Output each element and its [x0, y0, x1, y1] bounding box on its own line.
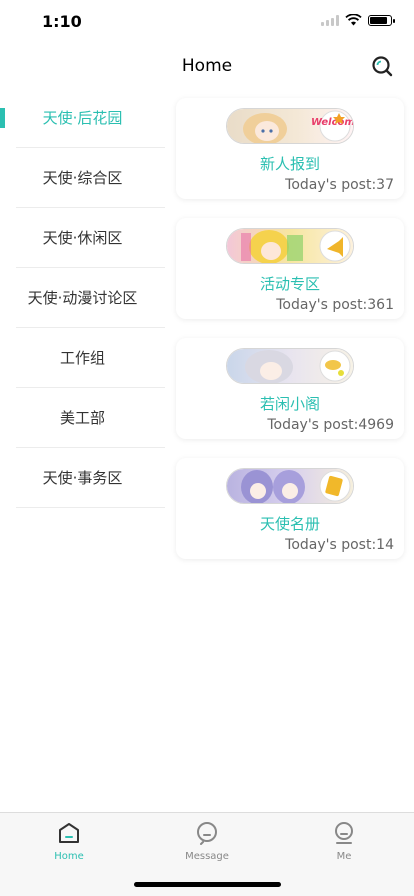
sidebar-item-label: 天使·动漫讨论区	[27, 289, 138, 307]
forum-category-sidebar: 天使·后花园 天使·综合区 天使·休闲区 天使·动漫讨论区 工作组 美工部 天使…	[0, 88, 165, 508]
forum-name: 活动专区	[259, 275, 320, 293]
forum-banner-image	[226, 468, 354, 504]
cellular-signal-icon	[321, 14, 339, 26]
sidebar-item-garden[interactable]: 天使·后花园	[0, 88, 165, 148]
forum-banner-image	[226, 348, 354, 384]
tab-label: Home	[54, 851, 84, 862]
sidebar-item-workgroup[interactable]: 工作组	[0, 328, 165, 388]
active-indicator	[0, 108, 5, 128]
battery-icon	[368, 14, 395, 26]
forum-card-newcomers[interactable]: Welcome 新人报到 Today's post:37	[176, 98, 404, 199]
forum-card-lounge[interactable]: 若闲小阁 Today's post:4969	[176, 338, 404, 439]
sidebar-item-label: 天使·综合区	[42, 169, 123, 187]
status-bar: 1:10	[0, 0, 414, 44]
sidebar-item-affairs[interactable]: 天使·事务区	[0, 448, 165, 508]
message-icon	[197, 822, 217, 845]
search-button[interactable]	[370, 54, 394, 78]
today-post-count: Today's post:4969	[267, 417, 394, 433]
sidebar-item-label: 天使·后花园	[42, 109, 123, 127]
forum-list: Welcome 新人报到 Today's post:37 活动专区 Today'	[176, 98, 404, 578]
user-icon	[335, 822, 353, 844]
sidebar-item-label: 天使·事务区	[42, 469, 123, 487]
nav-bar: Home	[0, 44, 414, 88]
tab-label: Me	[336, 851, 352, 862]
sidebar-item-anime[interactable]: 天使·动漫讨论区	[0, 268, 165, 328]
page-title: Home	[181, 56, 233, 76]
today-post-count: Today's post:361	[276, 297, 394, 313]
home-icon	[59, 823, 79, 843]
today-post-count: Today's post:37	[285, 177, 394, 193]
search-icon	[372, 56, 393, 77]
sidebar-item-label: 天使·休闲区	[42, 229, 123, 247]
today-post-count: Today's post:14	[285, 537, 394, 553]
status-time: 1:10	[42, 12, 82, 31]
sidebar-item-label: 美工部	[59, 409, 105, 427]
forum-banner-image	[226, 228, 354, 264]
sidebar-item-leisure[interactable]: 天使·休闲区	[0, 208, 165, 268]
sidebar-item-label: 工作组	[59, 349, 105, 367]
status-icons	[321, 14, 395, 26]
forum-name: 若闲小阁	[259, 395, 320, 413]
forum-card-events[interactable]: 活动专区 Today's post:361	[176, 218, 404, 319]
tab-message[interactable]: Message	[162, 821, 252, 862]
forum-card-roster[interactable]: 天使名册 Today's post:14	[176, 458, 404, 559]
wifi-icon	[345, 14, 362, 26]
tab-home[interactable]: Home	[24, 821, 114, 862]
forum-name: 天使名册	[259, 515, 320, 533]
home-indicator	[134, 882, 281, 887]
forum-name: 新人报到	[259, 155, 320, 173]
tab-label: Message	[185, 851, 229, 862]
welcome-badge-text: Welcome	[311, 117, 353, 128]
tab-me[interactable]: Me	[299, 821, 389, 862]
sidebar-item-art[interactable]: 美工部	[0, 388, 165, 448]
sidebar-item-general[interactable]: 天使·综合区	[0, 148, 165, 208]
forum-banner-image: Welcome	[226, 108, 354, 144]
